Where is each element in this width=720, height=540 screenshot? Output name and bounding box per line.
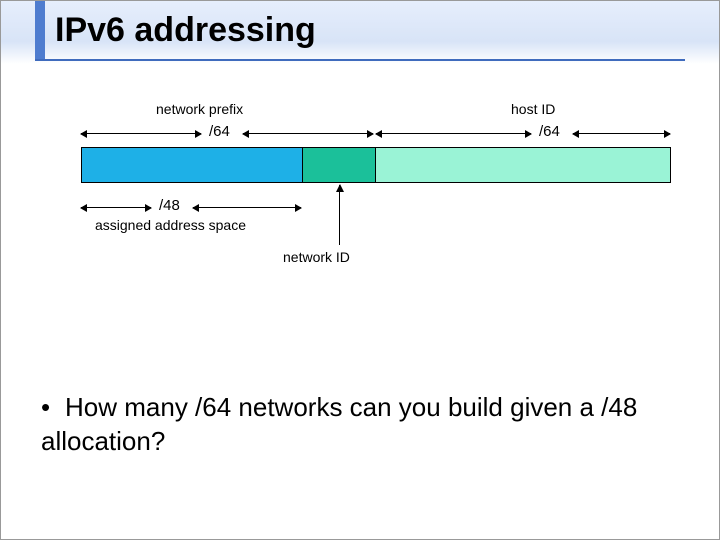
bracket-net64-left	[81, 133, 201, 134]
bracket-host64-right	[573, 133, 670, 134]
label-host-id: host ID	[511, 101, 555, 117]
prefix-48: /48	[159, 197, 180, 214]
bullet-text: •How many /64 networks can you build giv…	[41, 391, 679, 459]
bracket-net64-right	[243, 133, 373, 134]
bullet-content: How many /64 networks can you build give…	[41, 392, 637, 456]
address-bar	[81, 147, 671, 183]
bracket-48-right	[193, 207, 301, 208]
bracket-48-left	[81, 207, 151, 208]
title-underline	[35, 59, 685, 61]
label-assigned-space: assigned address space	[95, 217, 246, 233]
bullet-dot: •	[41, 391, 65, 425]
slide-title: IPv6 addressing	[55, 11, 316, 50]
label-network-id: network ID	[283, 249, 350, 265]
label-network-prefix: network prefix	[156, 101, 243, 117]
prefix-host64: /64	[539, 123, 560, 140]
pointer-network-id	[339, 185, 340, 245]
seg-host-id	[376, 148, 670, 182]
bracket-host64-left	[376, 133, 531, 134]
slide-root: IPv6 addressing network prefix host ID /…	[0, 0, 720, 540]
prefix-net64: /64	[209, 123, 230, 140]
title-accent-bar	[35, 1, 45, 59]
seg-network-id	[303, 148, 376, 182]
seg-assigned-48	[82, 148, 303, 182]
